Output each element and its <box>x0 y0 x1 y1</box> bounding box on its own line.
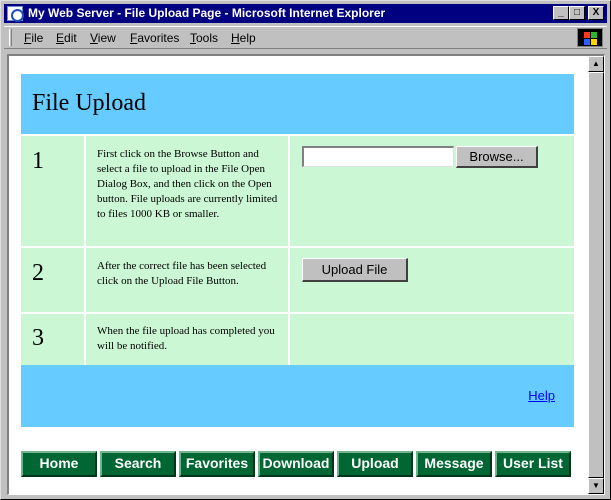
vertical-scrollbar[interactable]: ▲ ▼ <box>588 56 604 494</box>
upload-file-button[interactable]: Upload File <box>302 258 408 282</box>
step-number-cell: 2 <box>21 248 86 312</box>
step-instruction-cell: When the file upload has completed you w… <box>88 314 290 365</box>
nav-upload-button[interactable]: Upload <box>337 451 413 477</box>
scroll-up-icon[interactable]: ▲ <box>588 56 604 72</box>
step-control-cell: Browse... <box>292 136 574 246</box>
step-number: 3 <box>32 325 44 351</box>
menu-help[interactable]: Help <box>231 31 256 45</box>
menu-bar: File Edit View Favorites Tools Help <box>4 26 607 49</box>
menu-file[interactable]: File <box>24 31 43 45</box>
maximize-button[interactable]: □ <box>569 6 585 20</box>
step-number: 1 <box>32 148 44 174</box>
nav-favorites-button[interactable]: Favorites <box>179 451 255 477</box>
menu-tools[interactable]: Tools <box>190 31 218 45</box>
nav-bar: Home Search Favorites Download Upload Me… <box>21 451 574 477</box>
step-row-1: 1 First click on the Browse Button and s… <box>21 136 574 246</box>
scroll-down-icon[interactable]: ▼ <box>588 478 604 494</box>
step-row-2: 2 After the correct file has been select… <box>21 248 574 312</box>
step-control-cell: Upload File <box>292 248 574 312</box>
step-number-cell: 3 <box>21 314 86 365</box>
page-footer: Help <box>21 365 574 427</box>
step-instruction-cell: After the correct file has been selected… <box>88 248 290 312</box>
title-bar[interactable]: My Web Server - File Upload Page - Micro… <box>4 4 607 23</box>
nav-message-button[interactable]: Message <box>416 451 492 477</box>
close-button[interactable]: X <box>588 6 604 20</box>
step-number-cell: 1 <box>21 136 86 246</box>
windows-logo-icon <box>577 28 603 47</box>
page-viewport[interactable]: File Upload 1 First click on the Browse … <box>7 54 605 495</box>
internet-explorer-icon[interactable] <box>7 6 24 22</box>
window-title: My Web Server - File Upload Page - Micro… <box>28 6 386 20</box>
menu-view[interactable]: View <box>90 31 116 45</box>
step-number: 2 <box>32 260 44 286</box>
step-instruction: First click on the Browse Button and sel… <box>97 148 278 220</box>
step-control-cell <box>292 314 574 365</box>
nav-search-button[interactable]: Search <box>100 451 176 477</box>
step-instruction: When the file upload has completed you w… <box>97 325 275 352</box>
nav-download-button[interactable]: Download <box>258 451 334 477</box>
nav-user-list-button[interactable]: User List <box>495 451 571 477</box>
step-instruction: After the correct file has been selected… <box>97 260 267 287</box>
nav-home-button[interactable]: Home <box>21 451 97 477</box>
toolbar-grip[interactable] <box>9 29 12 46</box>
scroll-thumb[interactable] <box>588 72 604 478</box>
page-header: File Upload <box>21 74 574 134</box>
menu-favorites[interactable]: Favorites <box>130 31 179 45</box>
menu-edit[interactable]: Edit <box>56 31 77 45</box>
minimize-button[interactable]: _ <box>553 6 569 20</box>
help-link[interactable]: Help <box>528 388 555 403</box>
step-row-3: 3 When the file upload has completed you… <box>21 314 574 365</box>
page-title: File Upload <box>32 90 146 116</box>
file-path-input[interactable] <box>302 146 454 167</box>
browser-window: My Web Server - File Upload Page - Micro… <box>0 0 611 500</box>
step-instruction-cell: First click on the Browse Button and sel… <box>88 136 290 246</box>
browse-button[interactable]: Browse... <box>456 146 538 168</box>
